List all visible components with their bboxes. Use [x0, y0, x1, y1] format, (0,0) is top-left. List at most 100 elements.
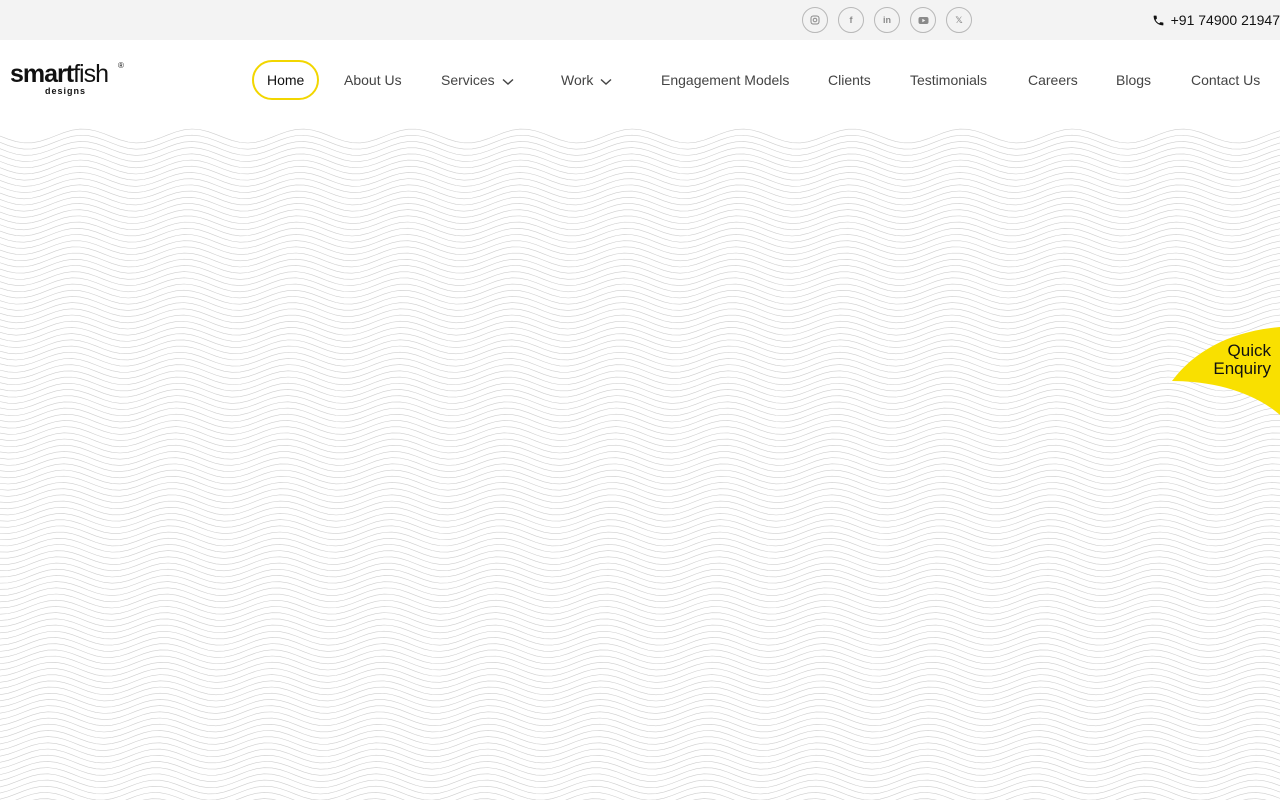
wave-line [0, 773, 1280, 789]
wave-line [0, 581, 1280, 596]
top-utility-bar: f in 𝕏 +91 74900 21947 [0, 0, 1280, 40]
x-twitter-link[interactable]: 𝕏 [946, 7, 972, 33]
wave-line [0, 587, 1280, 603]
wave-line [0, 525, 1280, 541]
wave-line [0, 234, 1280, 249]
linkedin-icon: in [883, 15, 891, 25]
wave-line [0, 506, 1280, 522]
wave-line [0, 469, 1280, 485]
wave-line [0, 494, 1280, 510]
nav-blogs[interactable]: Blogs [1116, 60, 1151, 100]
nav-clients[interactable]: Clients [828, 60, 871, 100]
wave-line [0, 767, 1280, 782]
wave-line [0, 333, 1280, 348]
nav-services[interactable]: Services [441, 60, 514, 100]
wave-line [0, 358, 1280, 373]
wave-line [0, 618, 1280, 634]
youtube-link[interactable] [910, 7, 936, 33]
nav-work-label: Work [561, 72, 594, 88]
wave-line [0, 736, 1280, 751]
wave-line [0, 624, 1280, 640]
wave-line [0, 649, 1280, 665]
wave-line [0, 389, 1280, 404]
wave-line [0, 178, 1280, 193]
phone-contact[interactable]: +91 74900 21947 [1152, 12, 1280, 28]
wave-line [0, 779, 1280, 795]
wave-line [0, 308, 1280, 324]
wave-line [0, 575, 1280, 590]
wave-line [0, 612, 1280, 627]
wave-line [0, 190, 1280, 206]
nav-engagement-models-label: Engagement Models [661, 72, 790, 88]
wave-line [0, 196, 1280, 212]
quick-enquiry-label: Quick Enquiry [1213, 342, 1271, 378]
wave-line [0, 184, 1280, 200]
nav-careers-label: Careers [1028, 72, 1078, 88]
nav-home[interactable]: Home [252, 60, 320, 100]
hero-wave-background [0, 120, 1280, 800]
wave-line [0, 438, 1280, 454]
wave-line [0, 637, 1280, 652]
wave-line [0, 345, 1280, 361]
wave-line [0, 339, 1280, 355]
wave-line [0, 531, 1280, 547]
youtube-icon [918, 16, 928, 24]
wave-line [0, 364, 1280, 379]
wave-line [0, 488, 1280, 503]
wave-line [0, 351, 1280, 367]
wave-line [0, 172, 1280, 187]
nav-home-label: Home [267, 72, 305, 88]
wave-line [0, 327, 1280, 342]
linkedin-link[interactable]: in [874, 7, 900, 33]
main-navigation: Home About Us Services Work Engagement M… [0, 40, 1280, 120]
wave-line [0, 723, 1280, 739]
nav-clients-label: Clients [828, 72, 871, 88]
quick-enquiry-line2: Enquiry [1213, 359, 1271, 378]
nav-engagement-models[interactable]: Engagement Models [661, 60, 789, 100]
wave-line [0, 463, 1280, 479]
phone-icon [1153, 15, 1163, 25]
wave-line [0, 444, 1280, 460]
nav-blogs-label: Blogs [1116, 72, 1152, 88]
wave-line [0, 748, 1280, 764]
nav-about-us-label: About Us [344, 72, 402, 88]
nav-careers[interactable]: Careers [1028, 60, 1078, 100]
wave-line [0, 630, 1280, 646]
wave-line [0, 599, 1280, 615]
phone-number: +91 74900 21947 [1170, 12, 1280, 28]
wave-line [0, 475, 1280, 491]
wave-line [0, 785, 1280, 800]
wave-line [0, 451, 1280, 466]
quick-enquiry-line1: Quick [1227, 341, 1271, 360]
wave-line [0, 754, 1280, 770]
wave-line [0, 457, 1280, 472]
quick-enquiry-tab[interactable]: Quick Enquiry [1170, 325, 1280, 415]
nav-contact-us-label: Contact Us [1191, 72, 1261, 88]
social-links: f in 𝕏 [802, 7, 972, 33]
facebook-icon: f [849, 15, 853, 25]
nav-about-us[interactable]: About Us [344, 60, 402, 100]
wave-line [0, 643, 1280, 658]
chevron-down-icon [502, 78, 514, 85]
wave-line [0, 742, 1280, 758]
main-header: smartfish ® designs Home About Us Servic… [0, 40, 1280, 120]
wave-line [0, 519, 1280, 534]
nav-testimonials[interactable]: Testimonials [910, 60, 987, 100]
wave-line [0, 227, 1280, 243]
nav-contact-us[interactable]: Contact Us [1191, 60, 1260, 100]
x-icon: 𝕏 [955, 14, 963, 25]
wave-line [0, 221, 1280, 237]
wave-line [0, 606, 1280, 621]
wave-line [0, 482, 1280, 497]
wave-line [0, 376, 1280, 392]
wave-line [0, 209, 1280, 224]
wave-line [0, 320, 1280, 336]
instagram-link[interactable] [802, 7, 828, 33]
nav-work[interactable]: Work [561, 60, 612, 100]
nav-services-label: Services [441, 72, 495, 88]
wave-line [0, 370, 1280, 386]
facebook-link[interactable]: f [838, 7, 864, 33]
wave-line [0, 730, 1280, 745]
wave-line [0, 215, 1280, 231]
wave-line [0, 246, 1280, 262]
